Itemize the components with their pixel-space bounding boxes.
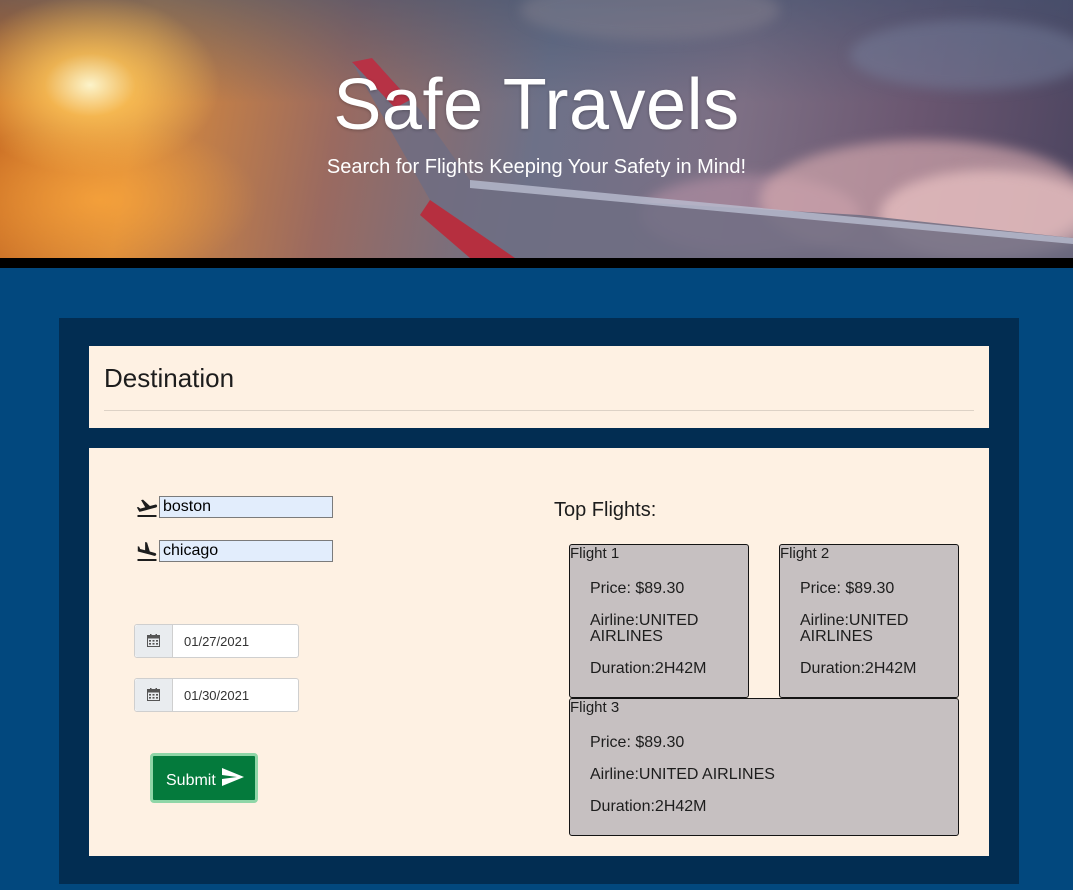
site-tagline: Search for Flights Keeping Your Safety i…	[326, 156, 747, 178]
hero-banner: Safe Travels Search for Flights Keeping …	[0, 0, 1073, 258]
flight-price: Price: $89.30	[800, 580, 895, 597]
calendar-icon	[147, 634, 160, 647]
return-date-field	[134, 678, 299, 712]
flight-name: Flight 1	[570, 545, 620, 562]
depart-date-input[interactable]	[173, 625, 297, 657]
flight-card[interactable]: Flight 3 Price: $89.30 Airline:UNITED AI…	[569, 698, 959, 836]
flight-land-icon	[137, 542, 157, 561]
depart-date-field	[134, 624, 299, 658]
send-icon	[222, 768, 244, 786]
flight-airline: Airline:UNITED AIRLINES	[590, 766, 775, 783]
flight-takeoff-icon	[136, 499, 158, 517]
flight-card[interactable]: Flight 2 Price: $89.30 Airline:UNITED AI…	[779, 544, 959, 698]
submit-button[interactable]: Submit	[150, 753, 258, 803]
submit-label: Submit	[166, 772, 216, 789]
search-panel: Destination boston chicago 01/27/2021 01…	[59, 318, 1019, 884]
flight-duration: Duration:2H42M	[800, 660, 917, 677]
flight-airline: Airline:UNITED	[590, 612, 699, 629]
site-title: Safe Travels	[333, 65, 740, 145]
calendar-addon[interactable]	[135, 625, 173, 657]
destination-header-card: Destination	[89, 346, 989, 428]
calendar-icon	[147, 688, 160, 701]
flight-duration: Duration:2H42M	[590, 798, 707, 815]
search-form-card: Submit Top Flights: Flight 1 Price: $89.…	[89, 448, 989, 856]
flight-price: Price: $89.30	[590, 734, 685, 751]
flight-card[interactable]: Flight 1 Price: $89.30 Airline:UNITED AI…	[569, 544, 749, 698]
flight-airline: Airline:UNITED	[800, 612, 909, 629]
flight-airline-cont: AIRLINES	[800, 628, 873, 645]
divider	[0, 258, 1073, 268]
destination-heading: Destination	[104, 363, 235, 393]
flight-duration: Duration:2H42M	[590, 660, 707, 677]
top-flights-heading: Top Flights:	[554, 499, 657, 521]
calendar-addon[interactable]	[135, 679, 173, 711]
flight-name: Flight 2	[780, 545, 830, 562]
flight-price: Price: $89.30	[590, 580, 685, 597]
destination-input[interactable]	[159, 540, 333, 562]
return-date-input[interactable]	[173, 679, 297, 711]
divider	[104, 410, 974, 411]
origin-input[interactable]	[159, 496, 333, 518]
flight-airline-cont: AIRLINES	[590, 628, 663, 645]
flight-name: Flight 3	[570, 699, 620, 716]
